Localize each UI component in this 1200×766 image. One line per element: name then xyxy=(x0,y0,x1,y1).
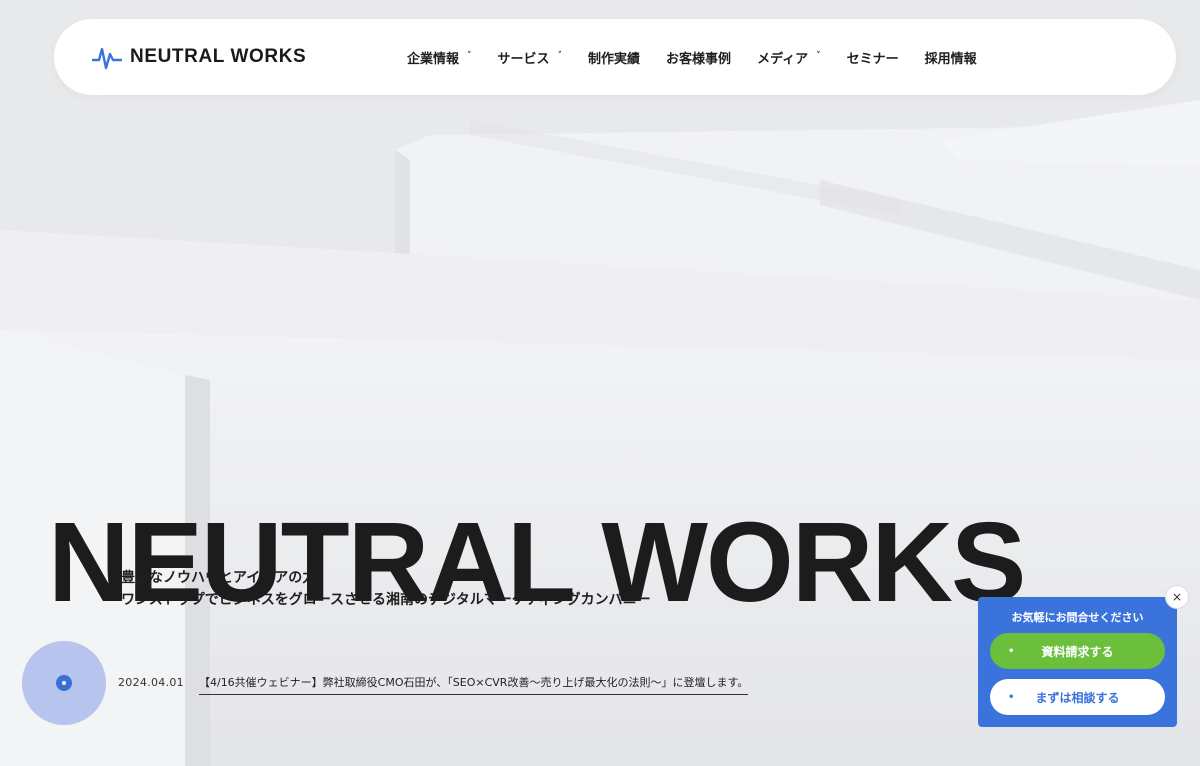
request-documents-button[interactable]: • 資料請求する xyxy=(990,633,1165,669)
nav-item-cases[interactable]: お客様事例 xyxy=(666,48,731,67)
nav-label: お客様事例 xyxy=(666,51,732,67)
news-date: 2024.04.01 xyxy=(118,676,184,689)
news-link[interactable]: 【4/16共催ウェビナー】弊社取締役CMO石田が、「SEO×CVR改善〜売り上げ… xyxy=(198,674,749,695)
logo-text: NEUTRAL WORKS xyxy=(130,46,307,67)
scroll-dot-icon xyxy=(56,675,72,691)
consult-button[interactable]: • まずは相談する xyxy=(990,679,1165,715)
nav-label: サービス xyxy=(497,51,550,67)
nav-label: 採用情報 xyxy=(924,51,977,67)
bullet-icon: • xyxy=(1008,645,1015,657)
site-header: NEUTRAL WORKS 企業情報 ˅ サービス ˅ 制作実績 お客様事例 メ… xyxy=(54,19,1176,95)
close-icon[interactable]: × xyxy=(1165,585,1189,609)
chevron-down-icon: ˅ xyxy=(557,51,563,61)
nav-label: セミナー xyxy=(846,51,899,67)
bullet-icon: • xyxy=(1008,691,1015,703)
nav-label: 企業情報 xyxy=(407,51,460,67)
chevron-down-icon: ˅ xyxy=(816,51,821,61)
tagline-line-1: 豊富なノウハウとアイデアの力。 xyxy=(121,570,331,586)
nav-item-media[interactable]: メディア ˅ xyxy=(757,48,821,67)
nav-label: 制作実績 xyxy=(588,51,641,67)
scroll-indicator[interactable] xyxy=(22,641,106,725)
nav-label: メディア xyxy=(757,51,809,67)
chevron-down-icon: ˅ xyxy=(467,51,472,61)
button-label: まずは相談する xyxy=(1035,690,1120,705)
contact-title: お気軽にお問合せください xyxy=(1011,611,1144,624)
button-label: 資料請求する xyxy=(1041,644,1114,659)
hero-tagline: 豊富なノウハウとアイデアの力。 ワンストップでビジネスをグロースさせる湘南のデジ… xyxy=(121,567,651,611)
contact-widget: お気軽にお問合せください • 資料請求する • まずは相談する xyxy=(978,597,1177,727)
main-nav: 企業情報 ˅ サービス ˅ 制作実績 お客様事例 メディア ˅ セミナー 採用情… xyxy=(407,19,1003,95)
pulse-logo-icon xyxy=(92,47,122,70)
nav-item-service[interactable]: サービス ˅ xyxy=(498,48,563,67)
logo[interactable]: NEUTRAL WORKS xyxy=(92,43,306,71)
nav-item-company[interactable]: 企業情報 ˅ xyxy=(407,48,472,67)
nav-item-seminar[interactable]: セミナー xyxy=(847,48,899,67)
tagline-line-2: ワンストップでビジネスをグロースさせる湘南のデジタルマーケティングカンパニー xyxy=(121,592,651,608)
nav-item-recruit[interactable]: 採用情報 xyxy=(925,48,977,67)
news-ticker: 2024.04.01 【4/16共催ウェビナー】弊社取締役CMO石田が、「SEO… xyxy=(118,674,749,695)
nav-item-works[interactable]: 制作実績 xyxy=(588,48,640,67)
